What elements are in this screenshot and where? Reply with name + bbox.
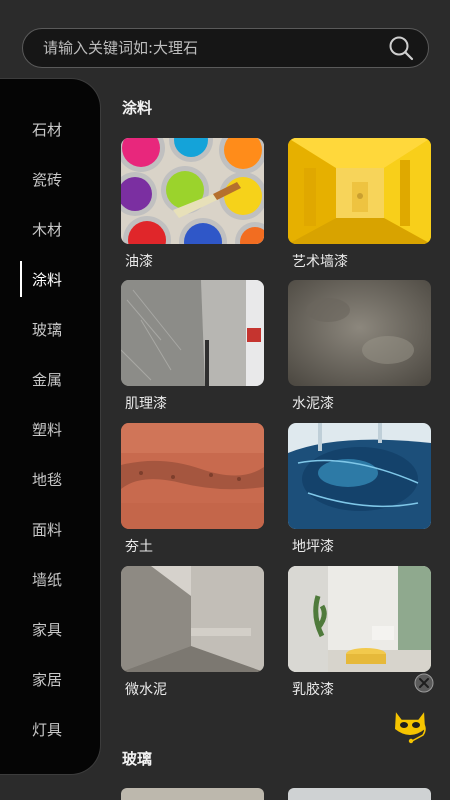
sidebar-item-lighting[interactable]: 灯具 [0,709,100,749]
material-card[interactable]: 水泥漆 [288,280,431,413]
cement-wall-image [288,280,431,386]
section-title: 玻璃 [122,750,153,768]
sidebar-item-stone[interactable]: 石材 [0,109,100,149]
sidebar-item-tile[interactable]: 瓷砖 [0,159,100,199]
sidebar-item-furniture[interactable]: 家具 [0,609,100,649]
material-card-peek[interactable] [288,788,431,800]
section-title: 涂料 [122,99,153,117]
textured-wall-image [121,280,264,386]
card-label: 地坪漆 [292,539,334,555]
card-label: 乳胶漆 [292,682,334,698]
sidebar-item-carpet[interactable]: 地毯 [0,459,100,499]
close-icon[interactable] [414,673,434,693]
card-label: 油漆 [125,254,153,270]
sidebar-item-label: 玻璃 [32,320,63,339]
category-sidebar: 石材 瓷砖 木材 涂料 玻璃 金属 塑料 地毯 面料 墙纸 家具 家居 灯具 [0,78,101,775]
search-bar[interactable] [22,28,429,68]
paint-cans-image [121,138,264,244]
material-card[interactable]: 油漆 [121,138,264,271]
sidebar-item-wallpaper[interactable]: 墙纸 [0,559,100,599]
rammed-earth-image [121,423,264,529]
sidebar-item-coating[interactable]: 涂料 [0,259,100,299]
sidebar-item-glass[interactable]: 玻璃 [0,309,100,349]
sidebar-item-label: 家居 [32,670,63,689]
sidebar-item-label: 瓷砖 [32,170,63,189]
sidebar-item-fabric[interactable]: 面料 [0,509,100,549]
material-card-peek[interactable] [121,788,264,800]
sidebar-item-label: 涂料 [32,270,63,289]
material-card[interactable]: 夯土 [121,423,264,556]
card-label: 微水泥 [125,682,167,698]
sidebar-item-label: 家具 [32,620,63,639]
sidebar-item-label: 灯具 [32,720,63,739]
sidebar-item-label: 木材 [32,220,63,239]
material-card[interactable]: 地坪漆 [288,423,431,556]
card-label: 水泥漆 [292,396,334,412]
assistant-mascot-icon[interactable] [390,703,430,745]
material-card[interactable]: 肌理漆 [121,280,264,413]
epoxy-floor-image [288,423,431,529]
sidebar-item-home[interactable]: 家居 [0,659,100,699]
sidebar-item-label: 墙纸 [32,570,63,589]
yellow-corridor-image [288,138,431,244]
sidebar-item-label: 金属 [32,370,63,389]
sidebar-item-label: 塑料 [32,420,63,439]
sidebar-item-wood[interactable]: 木材 [0,209,100,249]
sidebar-item-label: 石材 [32,120,63,139]
material-card[interactable]: 微水泥 [121,566,264,699]
micro-cement-room-image [121,566,264,672]
sidebar-item-label: 地毯 [32,470,63,489]
active-indicator [20,261,22,297]
sidebar-item-label: 面料 [32,520,63,539]
search-input[interactable] [43,39,388,57]
sidebar-item-metal[interactable]: 金属 [0,359,100,399]
search-icon[interactable] [388,35,414,61]
card-label: 夯土 [125,539,153,555]
latex-paint-room-image [288,566,431,672]
card-label: 艺术墙漆 [292,254,348,270]
sidebar-item-plastic[interactable]: 塑料 [0,409,100,449]
material-card[interactable]: 艺术墙漆 [288,138,431,271]
material-card[interactable]: 乳胶漆 [288,566,431,699]
card-label: 肌理漆 [125,396,167,412]
